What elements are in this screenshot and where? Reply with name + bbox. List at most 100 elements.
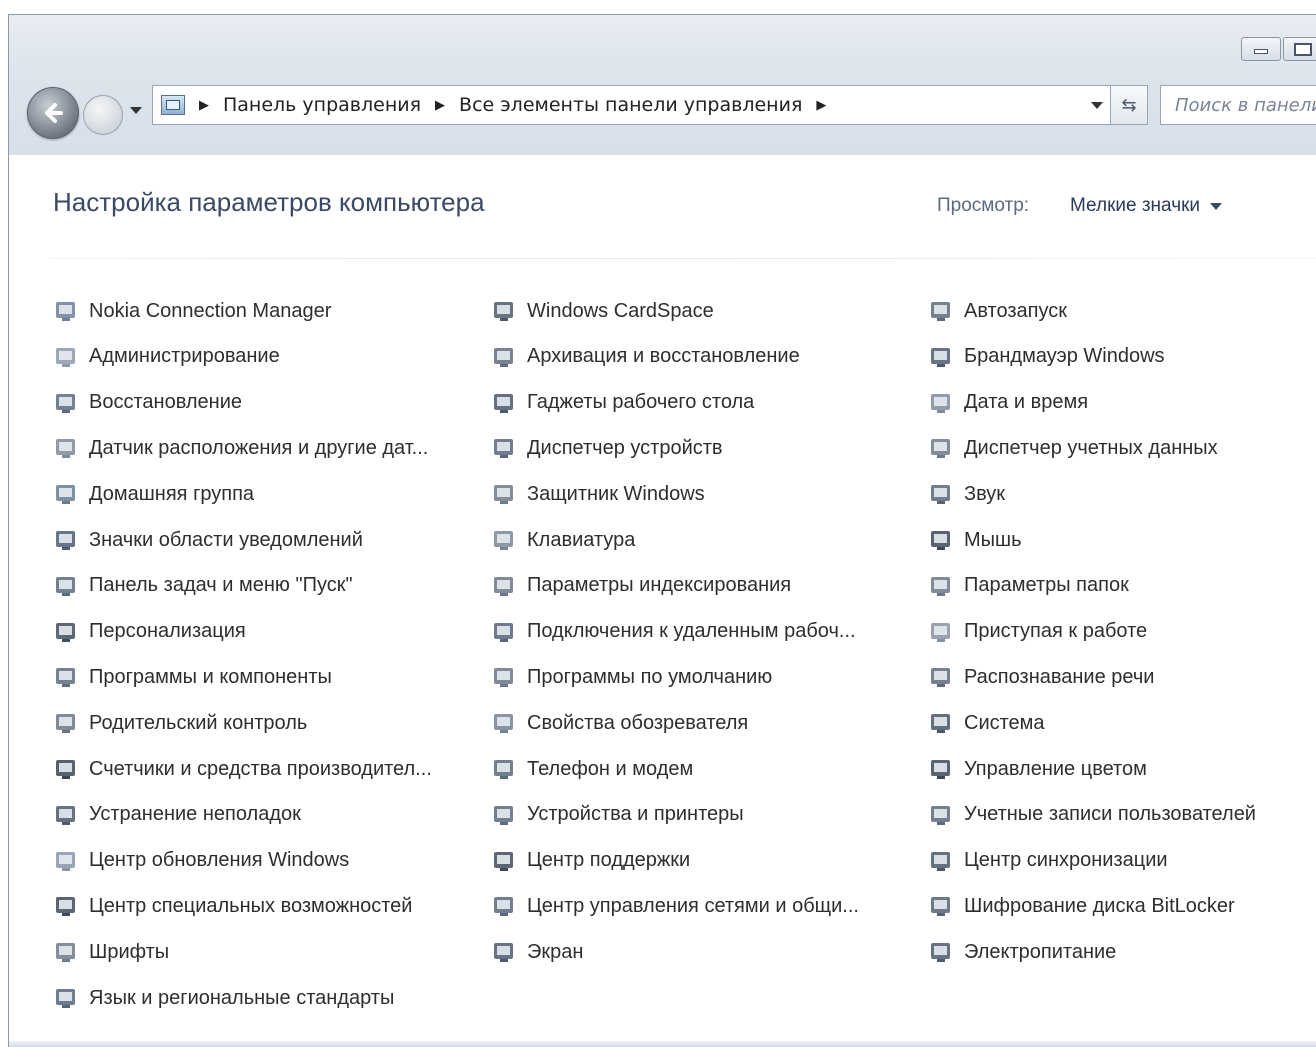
control-panel-item[interactable]: Значки области уведомлений (53, 525, 363, 555)
windows-update-icon (53, 848, 79, 874)
control-panel-item[interactable]: Свойства обозревателя (491, 708, 748, 738)
getting-started-icon (928, 619, 954, 645)
homegroup-icon (53, 481, 79, 507)
control-panel-item[interactable]: Архивация и восстановление (491, 342, 800, 372)
control-panel-item[interactable]: Подключения к удаленным рабоч... (491, 617, 856, 647)
date-time-icon (928, 390, 954, 416)
item-label: Свойства обозревателя (527, 711, 749, 734)
control-panel-item[interactable]: Мышь (928, 525, 1022, 555)
refresh-button[interactable]: ⇆ (1110, 85, 1148, 125)
personalization-icon (53, 619, 79, 645)
control-panel-item[interactable]: Шрифты (53, 937, 169, 967)
header-divider (49, 258, 1316, 259)
control-panel-item[interactable]: Nokia Connection Manager (53, 296, 331, 326)
item-label: Центр управления сетями и общи... (527, 894, 859, 917)
item-label: Параметры индексирования (527, 574, 792, 597)
address-bar[interactable]: ▶ Панель управления ▶ Все элементы панел… (152, 85, 1142, 125)
control-panel-item[interactable]: Центр специальных возможностей (53, 891, 412, 921)
control-panel-item[interactable]: Защитник Windows (491, 479, 705, 509)
item-label: Управление цветом (964, 757, 1147, 780)
control-panel-window: ▶ Панель управления ▶ Все элементы панел… (8, 14, 1316, 1047)
back-button[interactable] (27, 87, 79, 139)
breadcrumb-separator[interactable]: ▶ (199, 98, 209, 113)
item-label: Центр специальных возможностей (89, 894, 413, 917)
item-label: Центр синхронизации (964, 849, 1168, 872)
notification-area-icon (53, 527, 79, 553)
item-label: Приступая к работе (964, 620, 1148, 643)
window-controls (1239, 37, 1316, 61)
control-panel-item[interactable]: Электропитание (928, 937, 1116, 967)
control-panel-item[interactable]: Диспетчер устройств (491, 433, 723, 463)
control-panel-item[interactable]: Центр синхронизации (928, 846, 1168, 876)
item-label: Администрирование (89, 345, 280, 368)
system-icon (928, 710, 954, 736)
control-panel-item[interactable]: Гаджеты рабочего стола (491, 388, 754, 418)
control-panel-item[interactable]: Панель задач и меню "Пуск" (53, 571, 353, 601)
item-label: Центр обновления Windows (89, 849, 350, 872)
control-panel-item[interactable]: Распознавание речи (928, 662, 1154, 692)
control-panel-item[interactable]: Домашняя группа (53, 479, 254, 509)
control-panel-item[interactable]: Программы и компоненты (53, 662, 332, 692)
view-mode-value: Мелкие значки (1070, 195, 1201, 216)
item-label: Клавиатура (527, 528, 636, 551)
control-panel-item[interactable]: Автозапуск (928, 296, 1067, 326)
device-manager-icon (491, 435, 517, 461)
control-panel-item[interactable]: Счетчики и средства производител... (53, 754, 432, 784)
search-input[interactable]: Поиск в панели (1160, 85, 1316, 125)
control-panel-item[interactable]: Центр управления сетями и общи... (491, 891, 859, 921)
control-panel-item[interactable]: Звук (928, 479, 1005, 509)
search-placeholder: Поиск в панели (1175, 94, 1316, 116)
breadcrumb-all-items[interactable]: Все элементы панели управления (459, 94, 802, 116)
content-area: Настройка параметров компьютера Просмотр… (9, 155, 1316, 1047)
item-label: Nokia Connection Manager (89, 299, 332, 322)
control-panel-item[interactable]: Устройства и принтеры (491, 800, 744, 830)
forward-button[interactable] (83, 95, 123, 135)
indexing-icon (491, 573, 517, 599)
control-panel-item[interactable]: Центр обновления Windows (53, 846, 349, 876)
control-panel-item[interactable]: Телефон и модем (491, 754, 693, 784)
control-panel-item[interactable]: Датчик расположения и другие дат... (53, 433, 428, 463)
control-panel-item[interactable]: Центр поддержки (491, 846, 690, 876)
item-label: Устройства и принтеры (527, 803, 744, 826)
control-panel-item[interactable]: Параметры папок (928, 571, 1129, 601)
item-label: Счетчики и средства производител... (89, 757, 432, 780)
control-panel-item[interactable]: Устранение неполадок (53, 800, 301, 830)
control-panel-item[interactable]: Восстановление (53, 388, 242, 418)
remote-desktop-icon (491, 619, 517, 645)
control-panel-item[interactable]: Windows CardSpace (491, 296, 714, 326)
control-panel-item[interactable]: Параметры индексирования (491, 571, 791, 601)
item-label: Дата и время (964, 391, 1089, 414)
gadgets-icon (491, 390, 517, 416)
control-panel-item[interactable]: Система (928, 708, 1045, 738)
view-mode-dropdown[interactable]: Мелкие значки (1070, 195, 1223, 217)
item-label: Датчик расположения и другие дат... (89, 436, 429, 459)
minimize-button[interactable] (1241, 37, 1281, 61)
mouse-icon (928, 527, 954, 553)
control-panel-item[interactable]: Управление цветом (928, 754, 1147, 784)
item-label: Программы и компоненты (89, 665, 332, 688)
control-panel-item[interactable]: Приступая к работе (928, 617, 1147, 647)
recent-pages-dropdown[interactable] (130, 107, 142, 114)
control-panel-item[interactable]: Брандмауэр Windows (928, 342, 1165, 372)
control-panel-item[interactable]: Персонализация (53, 617, 246, 647)
breadcrumb-separator[interactable]: ▶ (816, 98, 826, 113)
control-panel-item[interactable]: Дата и время (928, 388, 1088, 418)
control-panel-item[interactable]: Экран (491, 937, 583, 967)
control-panel-item[interactable]: Диспетчер учетных данных (928, 433, 1218, 463)
control-panel-item[interactable]: Учетные записи пользователей (928, 800, 1256, 830)
defender-icon (491, 481, 517, 507)
control-panel-item[interactable]: Язык и региональные стандарты (53, 983, 394, 1013)
keyboard-icon (491, 527, 517, 553)
maximize-button[interactable] (1283, 37, 1316, 61)
address-dropdown-icon[interactable] (1091, 102, 1103, 109)
breadcrumb-control-panel[interactable]: Панель управления (223, 94, 421, 116)
title-bar: ▶ Панель управления ▶ Все элементы панел… (9, 15, 1316, 155)
control-panel-item[interactable]: Программы по умолчанию (491, 662, 772, 692)
breadcrumb-separator[interactable]: ▶ (435, 98, 445, 113)
control-panel-item[interactable]: Администрирование (53, 342, 280, 372)
item-label: Защитник Windows (527, 482, 705, 505)
control-panel-item[interactable]: Клавиатура (491, 525, 635, 555)
control-panel-item[interactable]: Родительский контроль (53, 708, 307, 738)
item-label: Персонализация (89, 620, 246, 643)
control-panel-item[interactable]: Шифрование диска BitLocker (928, 891, 1235, 921)
